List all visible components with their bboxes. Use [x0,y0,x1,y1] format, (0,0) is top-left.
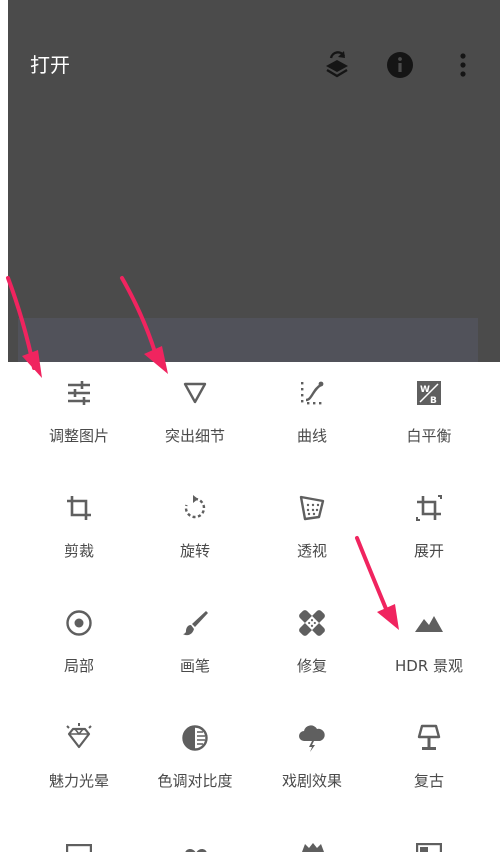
tool-label: 修复 [296,657,327,675]
tool-details[interactable]: 突出细节 [130,362,260,472]
tool-rotate[interactable]: 旋转 [130,477,260,587]
tool-label: 透视 [296,542,327,560]
tool-label: 局部 [63,657,94,675]
hdr-mountain-icon [415,616,443,632]
svg-text:B: B [430,396,437,406]
rotate-icon [184,495,206,519]
more-button[interactable] [446,48,480,82]
white-balance-icon: W B [417,381,441,406]
tonal-contrast-icon [182,725,208,751]
tool-white-balance[interactable]: W B 白平衡 [364,362,494,472]
tool-tune-image[interactable]: 调整图片 [14,362,144,472]
layers-undo-icon [326,51,348,78]
layers-undo-button[interactable] [320,48,354,82]
tool-label: 色调对比度 [157,772,233,790]
tool-label: 魅力光晕 [48,772,109,790]
drama-cloud-icon [299,725,325,752]
image-preview-strip [18,318,478,362]
tool-healing[interactable]: 修复 [247,592,377,702]
info-button[interactable] [383,48,417,82]
expand-icon [416,495,442,521]
tool-label: 剪裁 [63,542,94,560]
top-app-bar: 打开 [8,0,500,362]
tool-perspective[interactable]: 透视 [247,477,377,587]
glamour-glow-icon [66,723,92,749]
healing-bandage-icon [299,610,325,636]
tool-label: 画笔 [179,657,210,675]
tool-expand[interactable]: 展开 [364,477,494,587]
tool-drama[interactable]: 戏剧效果 [247,707,377,817]
tool-row-partial [0,840,500,852]
tool-label: 白平衡 [406,427,452,445]
tool-tonal-contrast[interactable]: 色调对比度 [130,707,260,817]
portrait-icon [66,844,92,852]
tool-vintage[interactable]: 复古 [364,707,494,817]
tools-grid: 调整图片 突出细节 曲线 W B 白平衡 剪裁 旋转 透视 展开 局部 画笔 修… [0,362,500,852]
face-icon [302,843,324,852]
tool-glamour-glow[interactable]: 魅力光晕 [14,707,144,817]
tool-label: 突出细节 [164,427,225,445]
tune-sliders-icon [68,381,90,405]
tool-brush[interactable]: 画笔 [130,592,260,702]
tool-label: 旋转 [179,542,210,560]
perspective-icon [299,495,325,521]
vintage-lamp-icon [417,724,441,750]
tool-label: 曲线 [296,427,327,445]
curves-icon [301,381,324,405]
info-icon [387,52,413,78]
tool-crop[interactable]: 剪裁 [14,477,144,587]
selective-icon [66,610,92,636]
heart-icon [185,849,207,852]
tool-label: HDR 景观 [394,657,464,675]
tool-label: 戏剧效果 [281,772,342,790]
tool-label: 复古 [413,772,444,790]
tool-hdr-scape[interactable]: HDR 景观 [364,592,494,702]
crop-icon [67,496,91,520]
open-button[interactable]: 打开 [30,50,70,80]
triangle-detail-icon [183,382,207,404]
tool-selective[interactable]: 局部 [14,592,144,702]
tool-curves[interactable]: 曲线 [247,362,377,472]
more-vert-icon [460,53,466,77]
frame-icon [416,843,442,852]
brush-icon [183,611,208,636]
tool-label: 展开 [413,542,444,560]
tool-label: 调整图片 [48,427,109,445]
